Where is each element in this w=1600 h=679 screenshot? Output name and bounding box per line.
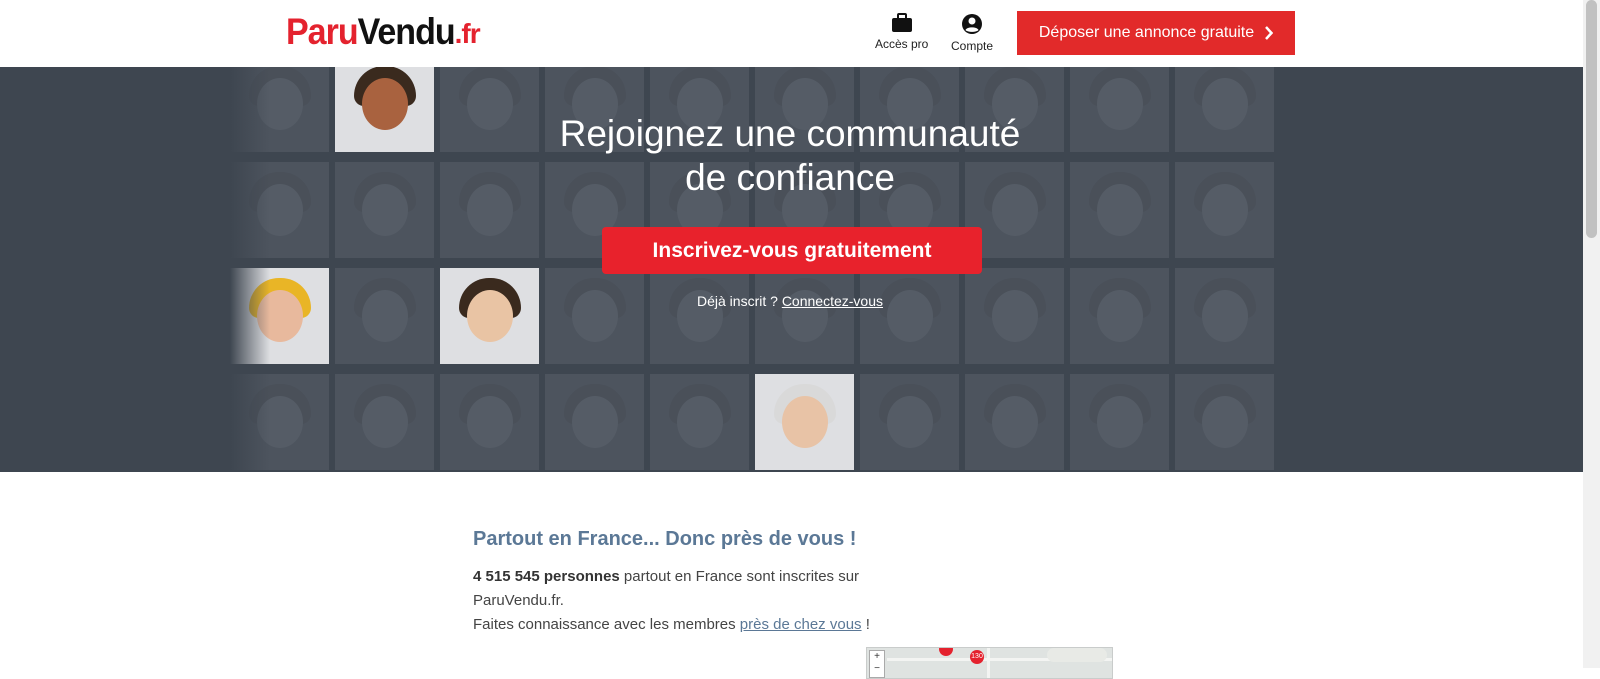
member-avatar: [1175, 374, 1274, 470]
member-avatar: [1070, 268, 1169, 364]
member-avatar: [1175, 162, 1274, 258]
member-avatar: [965, 374, 1064, 470]
hero-title: Rejoignez une communauté de confiance: [450, 112, 1130, 200]
chevron-right-icon: [1265, 26, 1274, 40]
logo-part-paru: Paru: [286, 11, 359, 53]
member-avatar-highlighted: [440, 268, 539, 364]
login-link[interactable]: Connectez-vous: [782, 293, 883, 309]
grid-fade-overlay: [230, 67, 270, 472]
meet-members-text: Faites connaissance avec les membres: [473, 616, 740, 633]
member-avatar: [335, 374, 434, 470]
section-title: Partout en France... Donc près de vous !: [473, 528, 857, 550]
member-avatar: [1175, 67, 1274, 152]
already-registered: Déjà inscrit ? Connectez-vous: [450, 293, 1130, 309]
member-avatar-highlighted: [755, 374, 854, 470]
members-paragraph: 4 515 545 personnes partout en France so…: [473, 565, 893, 637]
logo-part-vendu: Vendu: [357, 11, 456, 53]
briefcase-icon: [891, 13, 912, 32]
hero-banner: Rejoignez une communauté de confiance In…: [0, 67, 1583, 472]
members-map[interactable]: + − 130: [866, 647, 1113, 679]
hero-title-line2: de confiance: [685, 157, 895, 198]
user-circle-icon: [962, 14, 983, 34]
page-scrollbar[interactable]: [1583, 0, 1600, 668]
site-header: Paru Vendu .fr Accès pro Compte Déposer …: [0, 0, 1583, 67]
member-avatar: [335, 162, 434, 258]
nearby-members-link[interactable]: près de chez vous: [740, 616, 862, 633]
hero-title-line1: Rejoignez une communauté: [559, 113, 1021, 154]
map-zoom-control[interactable]: + −: [869, 650, 885, 678]
member-avatar: [650, 268, 749, 364]
member-avatar: [1175, 268, 1274, 364]
already-registered-text: Déjà inscrit ?: [697, 293, 778, 309]
member-avatar: [1070, 374, 1169, 470]
meet-members-end: !: [861, 616, 870, 633]
map-marker-icon[interactable]: [939, 648, 953, 656]
member-avatar: [335, 268, 434, 364]
pro-access-link[interactable]: Accès pro: [875, 13, 928, 51]
map-marker-cluster[interactable]: 130: [970, 650, 984, 664]
member-avatar: [860, 268, 959, 364]
paruvendu-logo[interactable]: Paru Vendu .fr: [286, 11, 481, 53]
account-label: Compte: [951, 39, 994, 53]
member-avatar: [440, 374, 539, 470]
logo-part-fr: .fr: [454, 18, 481, 49]
deposit-ad-button[interactable]: Déposer une annonce gratuite: [1017, 11, 1295, 55]
member-avatar: [965, 268, 1064, 364]
signup-button[interactable]: Inscrivez-vous gratuitement: [602, 227, 982, 274]
deposit-ad-label: Déposer une annonce gratuite: [1038, 24, 1255, 41]
member-avatar: [545, 374, 644, 470]
members-count: 4 515 545 personnes: [473, 568, 620, 585]
pro-access-label: Accès pro: [875, 37, 929, 51]
member-avatar-highlighted: [335, 67, 434, 152]
account-link[interactable]: Compte: [951, 13, 993, 53]
member-avatar: [650, 374, 749, 470]
member-avatar: [755, 268, 854, 364]
member-avatar: [545, 268, 644, 364]
scrollbar-thumb[interactable]: [1586, 0, 1597, 238]
member-avatar: [860, 374, 959, 470]
